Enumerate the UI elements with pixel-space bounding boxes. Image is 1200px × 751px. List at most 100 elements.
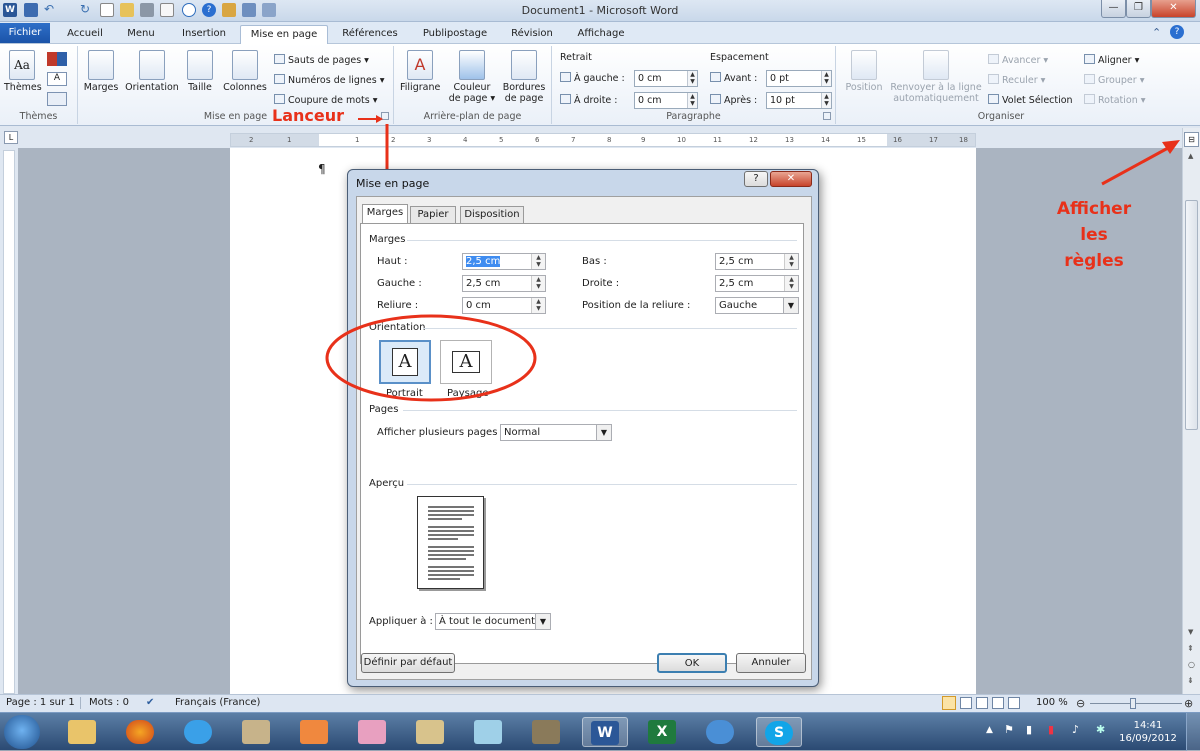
tab-insertion[interactable]: Insertion (170, 25, 238, 44)
aligner-button[interactable]: Aligner ▾ (1084, 54, 1139, 66)
volet-selection-button[interactable]: Volet Sélection (988, 94, 1073, 106)
status-page[interactable]: Page : 1 sur 1 (6, 695, 75, 711)
spin-arrows-icon[interactable]: ▲ ▼ (784, 276, 798, 291)
start-button-icon[interactable] (4, 715, 40, 749)
plusieurs-pages-select[interactable]: Normal ▼ (500, 424, 612, 441)
theme-effects-icon[interactable] (47, 92, 67, 106)
gauche-input[interactable]: 2,5 cm ▲ ▼ (462, 275, 546, 292)
dialog-close-button[interactable]: ✕ (770, 171, 812, 187)
retrait-droite-input[interactable]: 0 cm ▲ ▼ (634, 92, 698, 109)
spin-arrows-icon[interactable]: ▲ ▼ (821, 93, 831, 108)
close-button[interactable]: ✕ (1151, 0, 1196, 18)
vertical-ruler[interactable] (3, 150, 15, 694)
web-layout-icon[interactable] (976, 697, 988, 709)
taskbar-notes-icon[interactable] (466, 717, 512, 747)
full-screen-icon[interactable] (960, 697, 972, 709)
theme-colors-icon[interactable] (47, 52, 67, 66)
tab-mise-en-page[interactable]: Mise en page (240, 25, 328, 44)
taskbar-paint-icon[interactable] (408, 717, 454, 747)
taskbar-explorer-icon[interactable] (60, 717, 106, 747)
spin-arrows-icon[interactable]: ▲ ▼ (687, 71, 697, 86)
tab-revision[interactable]: Révision (502, 25, 562, 44)
avancer-button[interactable]: Avancer ▾ (988, 54, 1048, 66)
taskbar-word-icon[interactable]: W (582, 717, 628, 747)
show-desktop-button[interactable] (1186, 713, 1200, 751)
ok-button[interactable]: OK (657, 653, 727, 673)
grouper-button[interactable]: Grouper ▾ (1084, 74, 1144, 86)
horizontal-ruler[interactable]: 2 1 1 2 3 4 5 6 7 8 9 10 11 12 13 14 15 … (230, 133, 976, 147)
colonnes-button[interactable]: Colonnes (220, 50, 270, 93)
renvoyer-button[interactable]: Renvoyer à la ligne automatiquement (888, 50, 984, 104)
zoom-in-icon[interactable]: ⊕ (1184, 696, 1193, 712)
taskbar-media-player-icon[interactable] (292, 717, 338, 747)
vertical-scrollbar[interactable]: ⊟ ▲ ▼ ⇞ ○ ⇟ (1182, 128, 1200, 694)
tab-references[interactable]: Références (332, 25, 408, 44)
taille-button[interactable]: Taille (184, 50, 216, 93)
taskbar-gimp-icon[interactable] (524, 717, 570, 747)
retrait-gauche-input[interactable]: 0 cm ▲ ▼ (634, 70, 698, 87)
tab-papier[interactable]: Papier (410, 206, 456, 224)
previous-page-icon[interactable]: ⇞ (1187, 644, 1194, 653)
rotation-button[interactable]: Rotation ▾ (1084, 94, 1146, 106)
couleur-de-page-button[interactable]: Couleur de page ▾ (448, 50, 496, 104)
minimize-button[interactable]: — (1101, 0, 1126, 18)
bordures-de-page-button[interactable]: Bordures de page (500, 50, 548, 104)
espacement-apres-input[interactable]: 10 pt ▲ ▼ (766, 92, 832, 109)
dropdown-arrow-icon[interactable]: ▼ (596, 425, 611, 440)
tab-menu[interactable]: Menu (116, 25, 166, 44)
haut-input[interactable]: 2,5 cm ▲ ▼ (462, 253, 546, 270)
status-langue[interactable]: Français (France) (175, 695, 260, 711)
appliquer-select[interactable]: À tout le document ▼ (435, 613, 551, 630)
scrollbar-thumb[interactable] (1185, 200, 1198, 430)
annuler-button[interactable]: Annuler (736, 653, 806, 673)
tab-affichage[interactable]: Affichage (566, 25, 636, 44)
espacement-avant-input[interactable]: 0 pt ▲ ▼ (766, 70, 832, 87)
scroll-up-icon[interactable]: ▲ (1188, 152, 1193, 160)
taskbar-firefox-icon[interactable] (118, 717, 164, 747)
print-layout-icon[interactable] (942, 696, 956, 710)
maximize-button[interactable]: ❐ (1126, 0, 1151, 18)
orientation-button[interactable]: Orientation (122, 50, 182, 93)
coupure-de-mots-button[interactable]: Coupure de mots ▾ (274, 94, 378, 106)
spin-arrows-icon[interactable]: ▲ ▼ (531, 254, 545, 269)
zoom-slider[interactable] (1090, 703, 1182, 704)
spin-arrows-icon[interactable]: ▲ ▼ (531, 298, 545, 313)
dialog-help-button[interactable]: ? (744, 171, 768, 187)
spin-arrows-icon[interactable]: ▲ ▼ (531, 276, 545, 291)
taskbar-app-icon[interactable] (234, 717, 280, 747)
tray-app-icon[interactable]: ✱ (1096, 723, 1105, 736)
status-mots[interactable]: Mots : 0 (89, 695, 129, 711)
taskbar-snipping-icon[interactable] (350, 717, 396, 747)
launcher-paragraphe-icon[interactable] (823, 112, 831, 120)
spin-arrows-icon[interactable]: ▲ ▼ (821, 71, 831, 86)
themes-button[interactable]: Aa Thèmes (4, 50, 42, 93)
next-page-icon[interactable]: ⇟ (1187, 676, 1194, 685)
marges-button[interactable]: Marges (82, 50, 120, 93)
status-zoom[interactable]: 100 % (1036, 695, 1068, 711)
draft-icon[interactable] (1008, 697, 1020, 709)
help-icon[interactable]: ? (1170, 25, 1184, 39)
definir-par-defaut-button[interactable]: Définir par défaut (361, 653, 455, 673)
scroll-down-icon[interactable]: ▼ (1188, 628, 1193, 636)
dropdown-arrow-icon[interactable]: ▼ (783, 298, 798, 313)
ribbon-minimize-icon[interactable]: ⌃ (1152, 26, 1161, 39)
position-button[interactable]: Position (842, 50, 886, 93)
clock[interactable]: 14:41 16/09/2012 (1118, 719, 1178, 745)
power-icon[interactable]: ▮ (1048, 723, 1054, 736)
spin-arrows-icon[interactable]: ▲ ▼ (687, 93, 697, 108)
theme-fonts-icon[interactable]: A (47, 72, 67, 86)
show-hidden-icons-icon[interactable]: ▲ (986, 725, 993, 735)
outline-icon[interactable] (992, 697, 1004, 709)
spin-arrows-icon[interactable]: ▲ ▼ (784, 254, 798, 269)
droite-input[interactable]: 2,5 cm ▲ ▼ (715, 275, 799, 292)
taskbar-excel-icon[interactable]: X (640, 717, 686, 747)
flag-icon[interactable]: ⚑ (1004, 723, 1014, 736)
sauts-de-pages-button[interactable]: Sauts de pages ▾ (274, 54, 369, 66)
network-icon[interactable]: ▮ (1026, 723, 1032, 736)
view-ruler-icon[interactable]: ⊟ (1184, 132, 1199, 147)
tab-publipostage[interactable]: Publipostage (412, 25, 498, 44)
numeros-de-lignes-button[interactable]: Numéros de lignes ▾ (274, 74, 385, 86)
taskbar-thunderbird-icon[interactable] (698, 717, 744, 747)
reculer-button[interactable]: Reculer ▾ (988, 74, 1045, 86)
taskbar-ie-icon[interactable] (176, 717, 222, 747)
